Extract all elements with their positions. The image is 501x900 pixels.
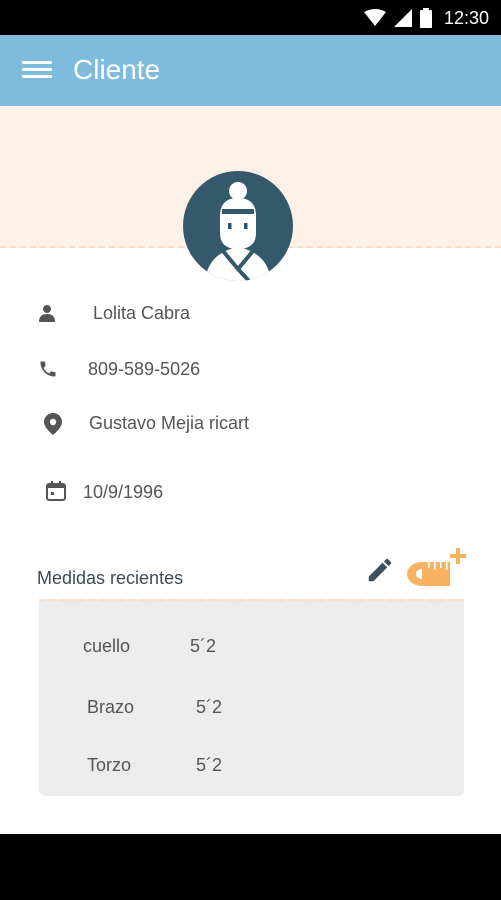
person-icon <box>39 305 55 322</box>
status-bar: 12:30 <box>0 0 501 35</box>
menu-icon[interactable] <box>22 57 56 85</box>
wifi-icon <box>363 9 386 26</box>
status-time: 12:30 <box>443 7 489 28</box>
battery-icon <box>419 8 432 28</box>
client-birthdate-row: 10/9/1996 <box>0 471 501 511</box>
navigation-bar <box>0 834 501 900</box>
measure-label: Brazo <box>87 697 135 717</box>
measures-card: cuello 5´2 Brazo 5´2 Torzo 5´2 <box>39 599 464 796</box>
measure-label: Torzo <box>87 755 132 775</box>
client-birthdate: 10/9/1996 <box>83 482 164 502</box>
calendar-icon <box>46 481 66 501</box>
client-name: Lolita Cabra <box>93 303 191 323</box>
measure-value: 5´2 <box>196 755 223 775</box>
client-address-row: Gustavo Mejia ricart <box>0 403 501 443</box>
measure-value: 5´2 <box>190 636 217 656</box>
edit-button[interactable] <box>365 555 395 585</box>
page-title: Cliente <box>73 54 161 85</box>
pencil-icon <box>368 558 392 582</box>
measures-heading: Medidas recientes <box>37 568 184 588</box>
measure-label: cuello <box>83 636 131 656</box>
client-screen: Lolita Cabra 809-589-5026 Gustavo Mejia … <box>0 106 501 834</box>
measuring-tape-add-icon <box>407 548 466 586</box>
client-phone-row: 809-589-5026 <box>0 349 501 389</box>
avatar <box>183 171 293 281</box>
location-pin-icon <box>44 413 62 435</box>
phone-icon[interactable] <box>38 359 58 379</box>
app-bar: Cliente <box>0 35 501 106</box>
signal-icon <box>393 9 412 27</box>
client-address: Gustavo Mejia ricart <box>89 413 250 433</box>
client-phone[interactable]: 809-589-5026 <box>88 359 200 380</box>
measure-value: 5´2 <box>196 697 223 717</box>
add-measure-button[interactable] <box>404 546 468 590</box>
client-name-row: Lolita Cabra <box>0 292 501 332</box>
